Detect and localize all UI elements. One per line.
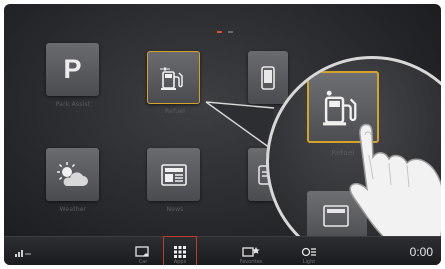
- finger-tap-icon: [349, 123, 441, 250]
- light-icon: [301, 247, 316, 256]
- light-label: Light: [302, 259, 316, 265]
- favorites-icon: [242, 246, 260, 257]
- signal-icon: [15, 249, 31, 257]
- clock: 0:00: [409, 245, 433, 259]
- car-home-icon: [135, 245, 149, 257]
- car-home-label: Car: [138, 259, 148, 265]
- apps-grid-icon: [174, 245, 186, 258]
- home-screen: P Park Assist Refuel Weather News Refuel…: [4, 4, 441, 265]
- favorites-label: Favorites: [239, 259, 263, 265]
- infotainment-display: P Park Assist Refuel Weather News Refuel…: [0, 0, 445, 269]
- magnifier-callout: Refuel: [266, 56, 441, 265]
- apps-label: Apps: [173, 259, 187, 265]
- signal-item: [10, 237, 36, 265]
- status-bar: Car Apps Favorites Light 0:00: [4, 236, 441, 265]
